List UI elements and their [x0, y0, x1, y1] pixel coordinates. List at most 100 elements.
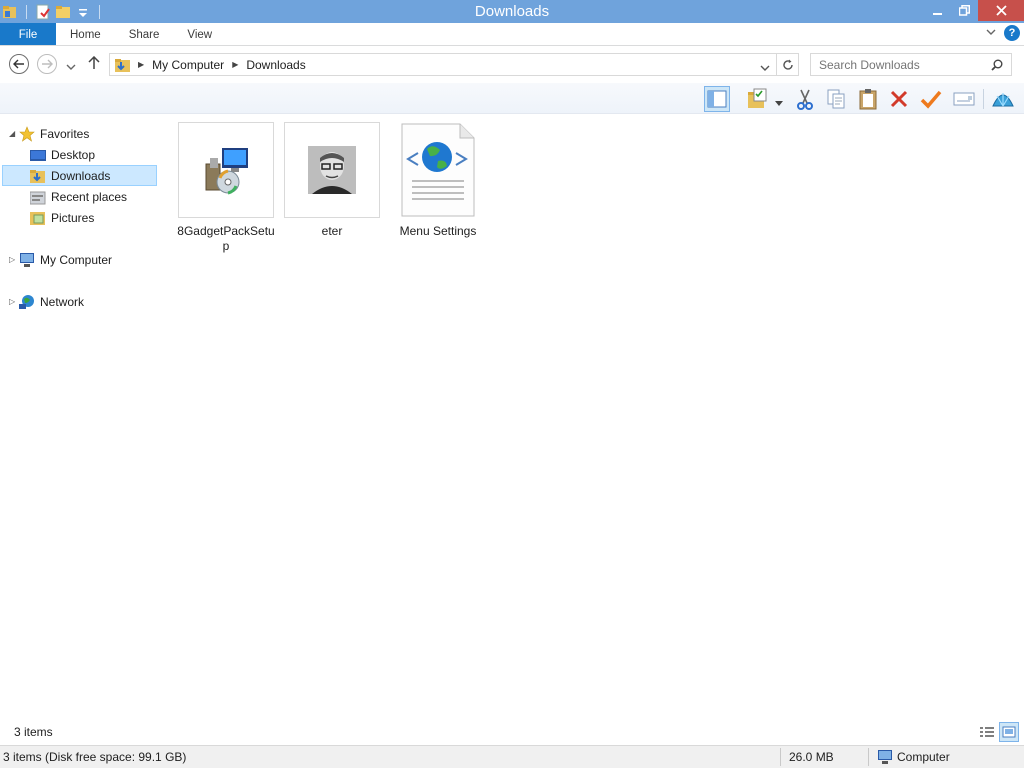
nav-desktop-label: Desktop	[51, 147, 96, 162]
properties-icon[interactable]	[35, 4, 51, 20]
recent-locations-button[interactable]	[66, 60, 76, 74]
tab-share[interactable]: Share	[115, 23, 174, 45]
photo-thumbnail	[284, 122, 380, 218]
collapsed-triangle-icon[interactable]: ▷	[9, 297, 19, 306]
window-title: Downloads	[474, 3, 550, 20]
downloads-folder-icon	[30, 168, 46, 184]
forward-button[interactable]	[37, 54, 57, 74]
up-arrow-icon	[88, 55, 100, 69]
address-dropdown-button[interactable]	[760, 61, 770, 75]
large-icons-view-button[interactable]	[999, 722, 1019, 742]
item-count: 3 items	[14, 725, 53, 739]
folder-options-button[interactable]	[744, 86, 770, 112]
nav-network-label: Network	[40, 294, 85, 309]
file-name: eter	[321, 224, 343, 238]
address-row: ▶ My Computer ▶ Downloads	[0, 47, 1024, 83]
navigation-pane-icon	[707, 90, 727, 108]
up-button[interactable]	[88, 55, 100, 73]
nav-pictures-label: Pictures	[51, 210, 95, 225]
breadcrumb-my-computer[interactable]: My Computer	[152, 58, 224, 72]
details-view-button[interactable]	[977, 722, 997, 742]
nav-network[interactable]: ▷ Network	[9, 291, 84, 312]
back-button[interactable]	[9, 54, 29, 74]
paste-button[interactable]	[855, 86, 881, 112]
nav-my-computer[interactable]: ▷ My Computer	[9, 249, 112, 270]
close-button[interactable]	[978, 0, 1024, 21]
search-box	[810, 53, 1012, 76]
copy-button[interactable]	[823, 86, 849, 112]
restore-button[interactable]	[951, 0, 978, 21]
checkmark-icon	[920, 90, 942, 109]
breadcrumb-separator-icon[interactable]: ▶	[138, 60, 144, 69]
command-toolbar	[0, 83, 1024, 114]
minimize-button[interactable]	[924, 0, 951, 21]
search-input[interactable]	[811, 54, 981, 75]
classic-shell-button[interactable]	[990, 86, 1016, 112]
nav-recent-places[interactable]: Recent places	[29, 186, 127, 207]
chevron-down-icon	[775, 101, 783, 106]
computer-icon	[19, 252, 35, 268]
computer-icon	[877, 749, 893, 768]
folder-checklist-icon	[748, 88, 767, 108]
expanded-triangle-icon[interactable]: ◢	[9, 129, 19, 138]
status-divider	[868, 748, 869, 766]
close-icon	[995, 5, 1007, 16]
nav-downloads[interactable]: Downloads	[2, 165, 157, 186]
tab-home[interactable]: Home	[56, 23, 115, 45]
delete-button[interactable]	[886, 86, 912, 112]
zone-label: Computer	[897, 750, 950, 764]
tab-file[interactable]: File	[0, 23, 56, 45]
search-icon[interactable]	[991, 59, 1003, 74]
breadcrumb-separator-icon[interactable]: ▶	[232, 60, 238, 69]
address-bar[interactable]: ▶ My Computer ▶ Downloads	[109, 53, 799, 76]
item-status-row: 3 items	[0, 720, 1024, 744]
qat-separator	[26, 4, 27, 19]
file-item[interactable]: eter	[283, 122, 381, 239]
file-item[interactable]: 8GadgetPackSetup	[177, 122, 275, 254]
selection-size: 26.0 MB	[789, 750, 834, 764]
restore-icon	[959, 5, 970, 16]
tab-view[interactable]: View	[173, 23, 226, 45]
properties-button[interactable]	[918, 86, 944, 112]
shell-icon	[992, 93, 1014, 107]
file-name: Menu Settings	[399, 224, 477, 238]
large-icons-view-icon	[1002, 726, 1016, 738]
chevron-down-icon	[66, 64, 76, 70]
email-button[interactable]	[951, 86, 977, 112]
navigation-pane-button[interactable]	[704, 86, 730, 112]
help-button[interactable]: ?	[1004, 25, 1020, 41]
ribbon-tabs: File Home Share View ?	[0, 23, 1024, 46]
customize-qat-icon[interactable]	[75, 4, 91, 20]
forward-arrow-icon	[42, 59, 53, 69]
cut-button[interactable]	[792, 86, 818, 112]
star-icon	[19, 125, 35, 142]
quick-access-toolbar	[0, 0, 104, 23]
ribbon-right: ?	[986, 25, 1020, 41]
nav-pictures[interactable]: Pictures	[30, 207, 94, 228]
file-item[interactable]: Menu Settings	[389, 122, 487, 239]
nav-desktop[interactable]: Desktop	[30, 144, 95, 165]
collapsed-triangle-icon[interactable]: ▷	[9, 255, 19, 264]
toolbar-separator	[983, 89, 984, 109]
clipboard-icon	[859, 89, 877, 110]
file-list: 8GadgetPackSetup eter Menu Settings	[160, 115, 1024, 720]
status-bar: 3 items (Disk free space: 99.1 GB) 26.0 …	[0, 745, 1024, 768]
disk-status: 3 items (Disk free space: 99.1 GB)	[3, 750, 187, 764]
window-controls	[924, 0, 1024, 23]
nav-my-computer-label: My Computer	[40, 252, 113, 267]
refresh-icon	[782, 59, 793, 70]
folder-options-dropdown[interactable]	[775, 96, 783, 110]
new-folder-icon[interactable]	[55, 4, 71, 20]
breadcrumb-downloads[interactable]: Downloads	[246, 58, 305, 72]
downloads-folder-icon	[114, 57, 132, 73]
title-bar: Downloads	[0, 0, 1024, 23]
pictures-folder-icon	[30, 210, 46, 226]
folder-app-icon[interactable]	[2, 4, 18, 20]
desktop-icon	[30, 147, 46, 163]
expand-ribbon-button[interactable]	[986, 28, 996, 39]
nav-favorites[interactable]: ◢ Favorites	[9, 123, 89, 144]
file-name: 8GadgetPackSetup	[177, 224, 275, 253]
chevron-down-icon	[760, 65, 770, 71]
web-document-icon	[390, 122, 486, 218]
refresh-button[interactable]	[776, 54, 798, 75]
